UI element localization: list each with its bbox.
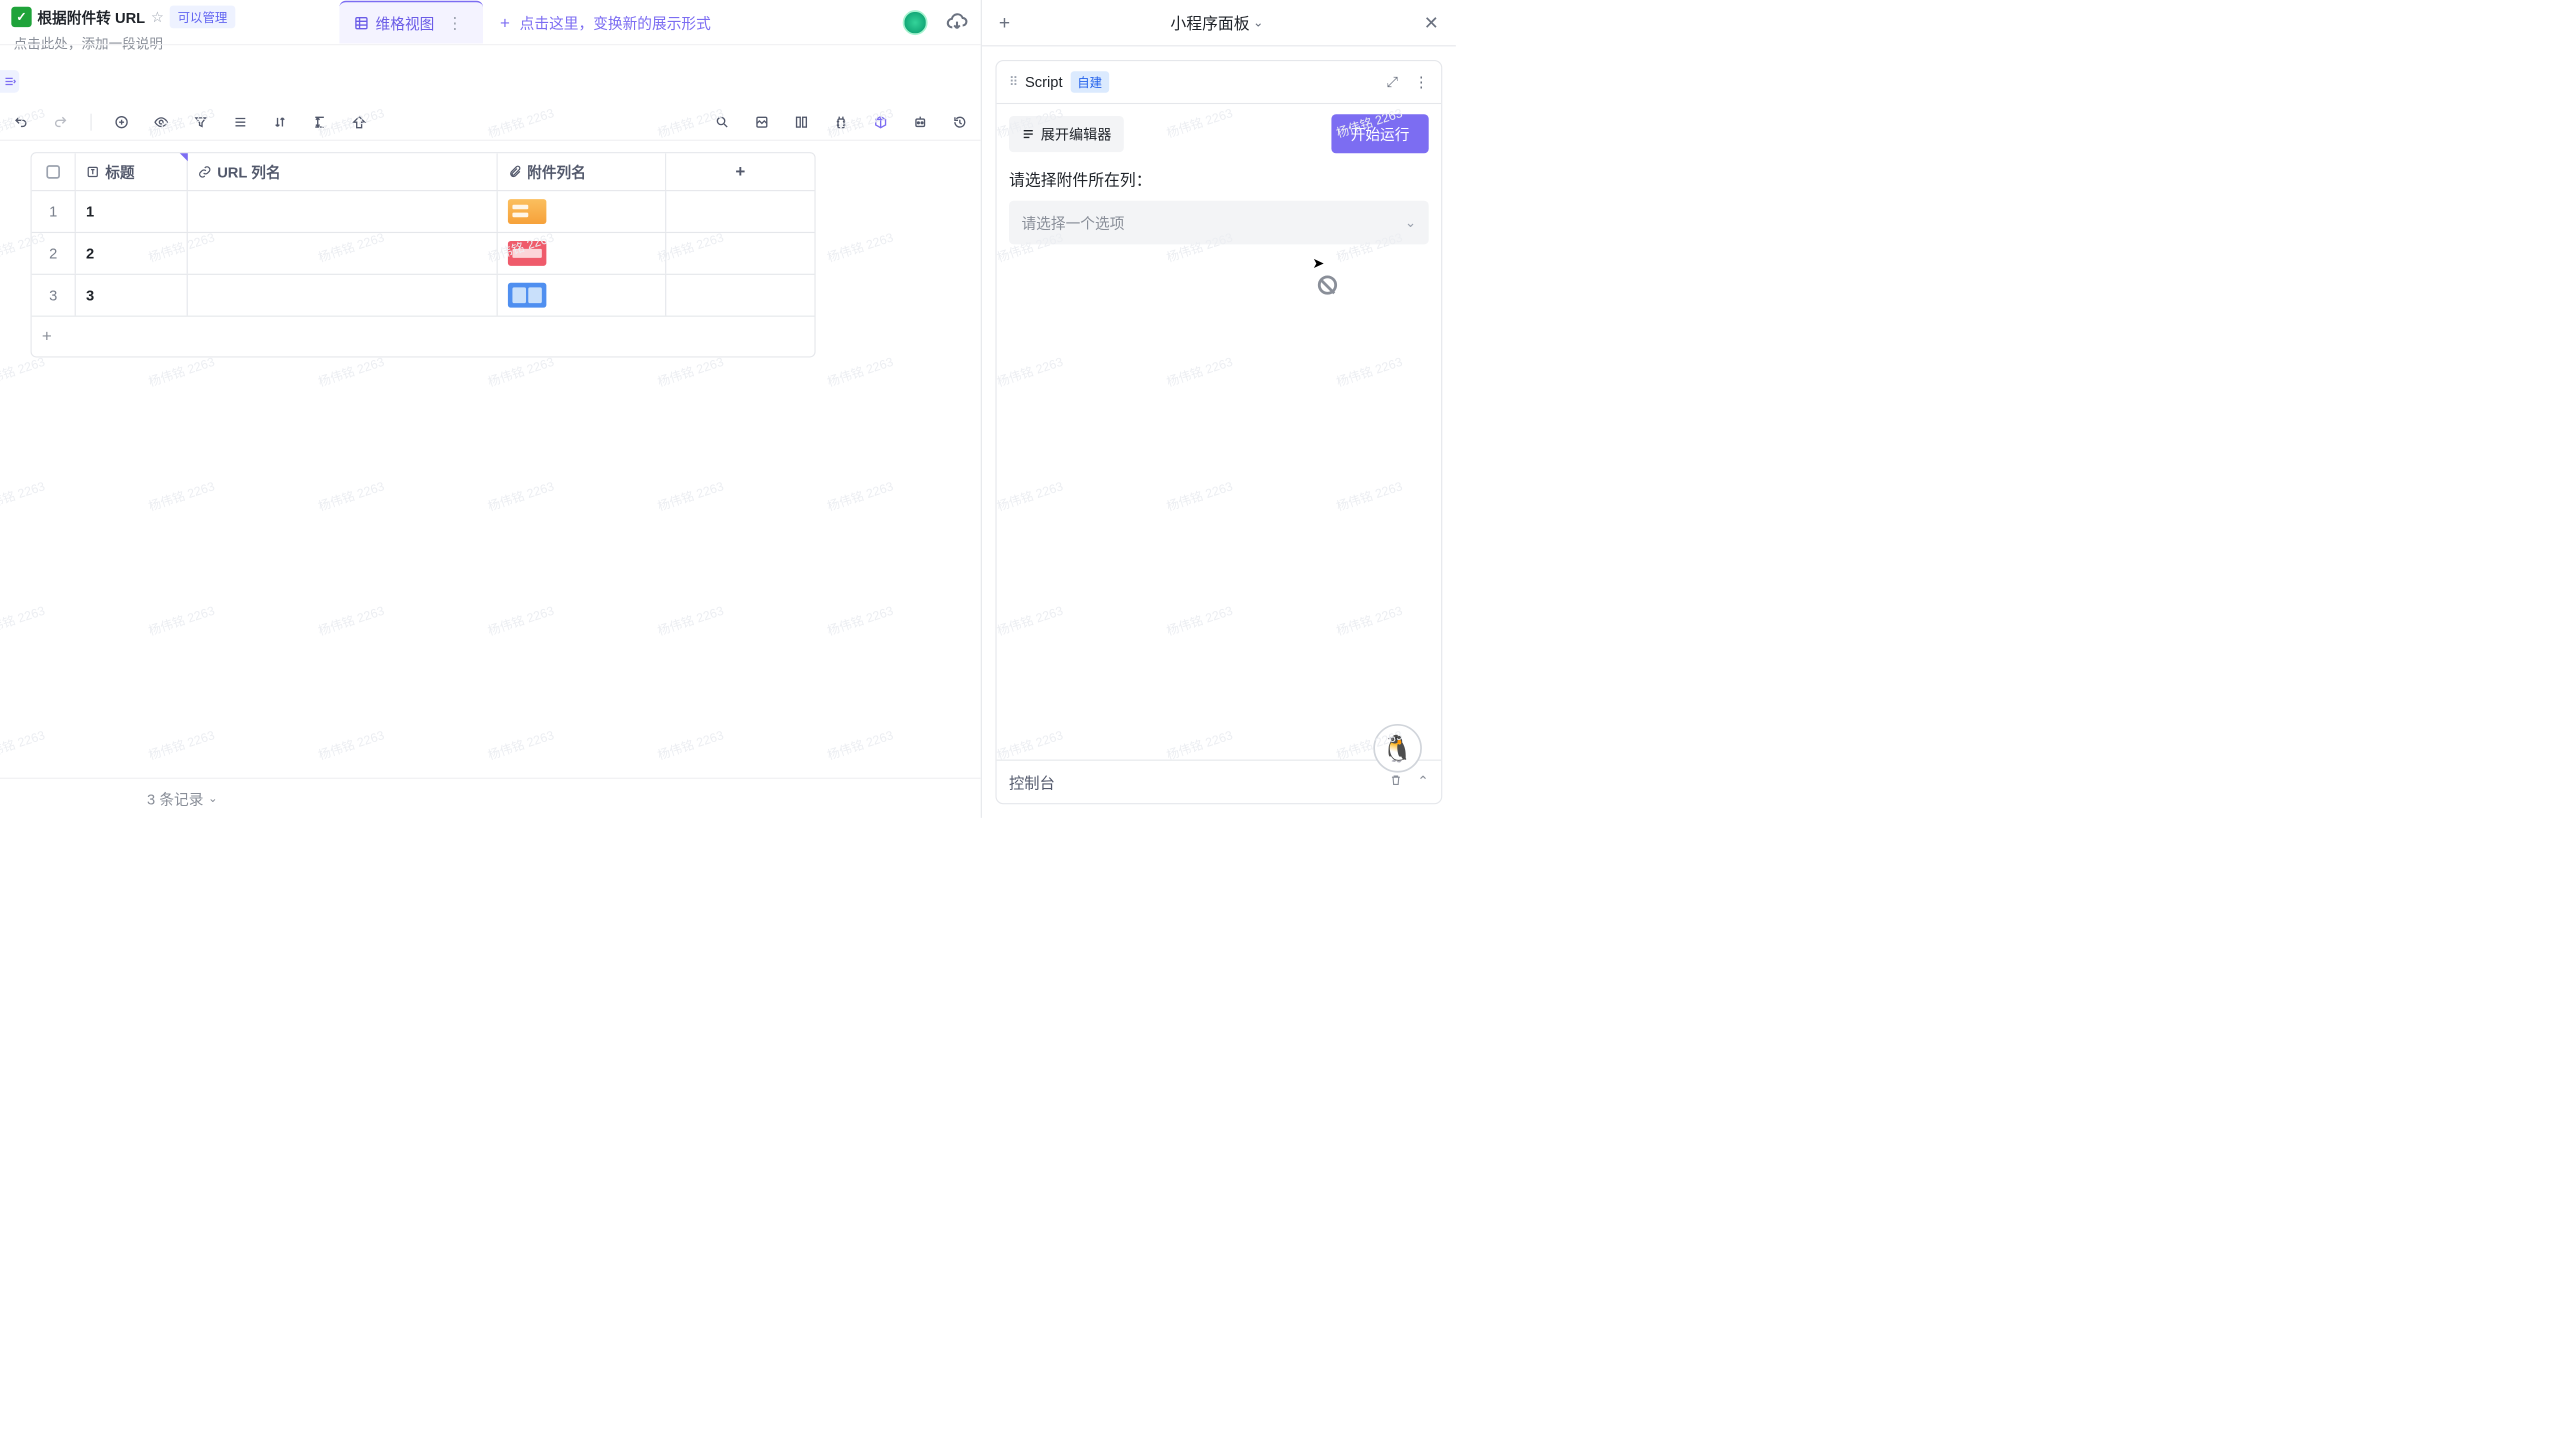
plugin-button[interactable] <box>831 113 850 132</box>
history-button[interactable] <box>950 113 969 132</box>
trash-icon[interactable] <box>1389 773 1403 791</box>
tab-menu-icon[interactable]: ⋮ <box>441 14 468 33</box>
column-header-attachment[interactable]: 附件列名 <box>498 153 667 190</box>
sync-status-icon[interactable] <box>945 10 970 35</box>
undo-button[interactable] <box>11 113 30 132</box>
cell-title[interactable]: 2 <box>76 233 188 274</box>
select-all-checkbox[interactable] <box>32 153 76 190</box>
data-grid: 标题 URL 列名 附件列名 + 1 1 <box>31 152 816 357</box>
add-column-button[interactable]: + <box>666 153 814 190</box>
attachment-icon <box>508 165 522 179</box>
select-placeholder: 请选择一个选项 <box>1021 212 1124 233</box>
avatar[interactable] <box>903 10 928 35</box>
widget-active-button[interactable] <box>871 113 890 132</box>
script-tag: 自建 <box>1070 71 1108 92</box>
cell-url[interactable] <box>188 191 498 232</box>
table-row[interactable]: 1 1 <box>32 191 815 233</box>
chevron-up-icon[interactable]: ⌃ <box>1417 773 1428 791</box>
row-number: 2 <box>32 233 76 274</box>
status-bar: 3 条记录 ⌄ <box>0 778 981 818</box>
add-view-hint[interactable]: + 点击这里，变换新的展示形式 <box>483 12 711 33</box>
panel-title[interactable]: 小程序面板 ⌄ <box>1170 11 1263 34</box>
console-label[interactable]: 控制台 <box>1009 771 1055 793</box>
column-layout-button[interactable] <box>792 113 811 132</box>
attachment-thumbnail[interactable] <box>508 199 546 224</box>
cell-attachment[interactable] <box>498 275 667 316</box>
sort-button[interactable] <box>270 113 289 132</box>
cell-url[interactable] <box>188 275 498 316</box>
add-row-button[interactable]: + <box>32 317 815 357</box>
grid-view-icon <box>354 16 369 31</box>
table-row[interactable]: 3 3 <box>32 275 815 317</box>
tab-label: 维格视图 <box>376 12 435 33</box>
cell-title[interactable]: 1 <box>76 191 188 232</box>
chevron-down-icon[interactable]: ⌄ <box>208 791 217 805</box>
add-button[interactable] <box>112 113 131 132</box>
row-height-button[interactable] <box>310 113 329 132</box>
expand-icon[interactable]: ⤢ <box>1386 73 1398 91</box>
filter-button[interactable] <box>191 113 210 132</box>
text-type-icon <box>86 165 100 179</box>
script-widget: ⠿ Script 自建 ⤢ ⋮ 展开编辑器 开始运行 请选择附 <box>995 60 1442 804</box>
more-menu-icon[interactable]: ⋮ <box>1414 73 1429 91</box>
cell-url[interactable] <box>188 233 498 274</box>
close-panel-button[interactable]: ✕ <box>1424 12 1439 33</box>
chevron-down-icon: ⌄ <box>1405 214 1416 230</box>
search-button[interactable] <box>713 113 732 132</box>
run-button[interactable]: 开始运行 <box>1331 114 1428 153</box>
cell-title[interactable]: 3 <box>76 275 188 316</box>
form-label: 请选择附件所在列： <box>1009 168 1429 191</box>
gallery-button[interactable] <box>752 113 771 132</box>
redo-button[interactable] <box>51 113 70 132</box>
share-button[interactable] <box>350 113 369 132</box>
menu-icon <box>1021 127 1035 141</box>
record-count[interactable]: 3 条记录 <box>147 788 203 809</box>
cell-attachment[interactable] <box>498 191 667 232</box>
group-button[interactable] <box>231 113 250 132</box>
table-row[interactable]: 2 2 <box>32 233 815 275</box>
plus-icon: + <box>500 13 510 32</box>
script-name[interactable]: Script <box>1025 73 1063 91</box>
collapse-sidebar-icon[interactable] <box>0 70 19 93</box>
link-icon <box>198 165 212 179</box>
attachment-thumbnail[interactable] <box>508 241 546 266</box>
column-header-title[interactable]: 标题 <box>76 153 188 190</box>
visibility-button[interactable] <box>152 113 171 132</box>
cell-attachment[interactable] <box>498 233 667 274</box>
expand-editor-button[interactable]: 展开编辑器 <box>1009 116 1124 152</box>
assistant-mascot-icon[interactable]: 🐧 <box>1373 724 1422 773</box>
row-number: 1 <box>32 191 76 232</box>
drag-handle-icon[interactable]: ⠿ <box>1009 75 1017 90</box>
chevron-down-icon: ⌄ <box>1253 15 1263 30</box>
robot-button[interactable] <box>911 113 930 132</box>
column-select[interactable]: 请选择一个选项 ⌄ <box>1009 201 1429 245</box>
add-widget-button[interactable]: + <box>999 12 1010 34</box>
tab-grid-view[interactable]: 维格视图 ⋮ <box>339 1 483 44</box>
row-number: 3 <box>32 275 76 316</box>
attachment-thumbnail[interactable] <box>508 283 546 308</box>
column-header-url[interactable]: URL 列名 <box>188 153 498 190</box>
